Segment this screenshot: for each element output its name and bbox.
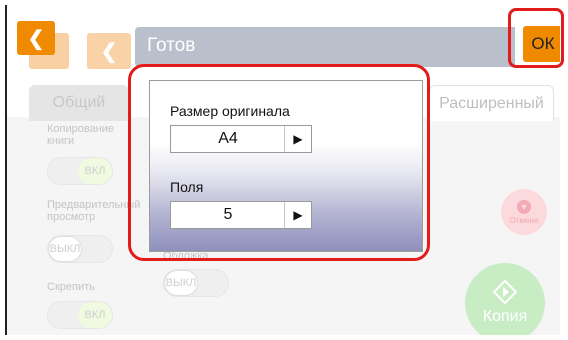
page-title: Готов xyxy=(147,35,196,56)
copy-label: Копия xyxy=(482,308,528,325)
tab-general[interactable]: Общий xyxy=(29,85,129,121)
margins-select[interactable]: 5 ▶ xyxy=(170,201,312,229)
triangle-right-icon[interactable]: ▶ xyxy=(284,202,311,228)
preview-label: Предварительный просмотр xyxy=(47,199,141,223)
cover-toggle[interactable]: ВЫКЛ xyxy=(163,269,229,297)
preview-toggle[interactable]: ВЫКЛ xyxy=(47,235,113,263)
toggle-state: ВКЛ xyxy=(78,158,112,184)
book-copy-settings-dialog: Размер оригинала A4 ▶ Поля 5 ▶ xyxy=(149,80,423,252)
book-copy-toggle[interactable]: ВКЛ xyxy=(47,157,113,185)
toggle-state: ВЫКЛ xyxy=(164,270,198,296)
copier-screen: ❮ ❮ Готов ОК Общий Расширенный Копирован… xyxy=(5,5,560,335)
cancel-button[interactable]: ▼ Отмена xyxy=(501,189,547,235)
chevron-left-icon: ❮ xyxy=(27,27,45,50)
secondary-back-button[interactable]: ❮ xyxy=(87,33,131,69)
stop-icon: ▼ xyxy=(517,199,531,214)
original-size-label: Размер оригинала xyxy=(170,103,290,119)
staple-toggle[interactable]: ВКЛ xyxy=(47,301,113,329)
cancel-label: Отмена xyxy=(509,215,539,225)
start-diamond-icon xyxy=(493,280,517,304)
tab-extended[interactable]: Расширенный xyxy=(429,85,554,121)
original-size-value: A4 xyxy=(218,130,238,147)
toggle-state: ВКЛ xyxy=(78,302,112,328)
toggle-state: ВЫКЛ xyxy=(48,236,82,262)
ok-button[interactable]: ОК xyxy=(523,26,560,62)
status-bar: Готов xyxy=(135,27,515,67)
triangle-right-icon[interactable]: ▶ xyxy=(284,126,311,152)
margins-label: Поля xyxy=(170,179,204,195)
copy-start-button[interactable]: Копия xyxy=(465,263,545,335)
margins-value: 5 xyxy=(223,206,233,223)
back-button[interactable]: ❮ xyxy=(17,21,55,55)
original-size-select[interactable]: A4 ▶ xyxy=(170,125,312,153)
header: ❮ ❮ Готов ОК xyxy=(7,5,560,85)
staple-label: Скрепить xyxy=(47,281,95,293)
book-copy-label: Копирование книги xyxy=(47,123,115,147)
chevron-left-icon: ❮ xyxy=(100,40,118,63)
